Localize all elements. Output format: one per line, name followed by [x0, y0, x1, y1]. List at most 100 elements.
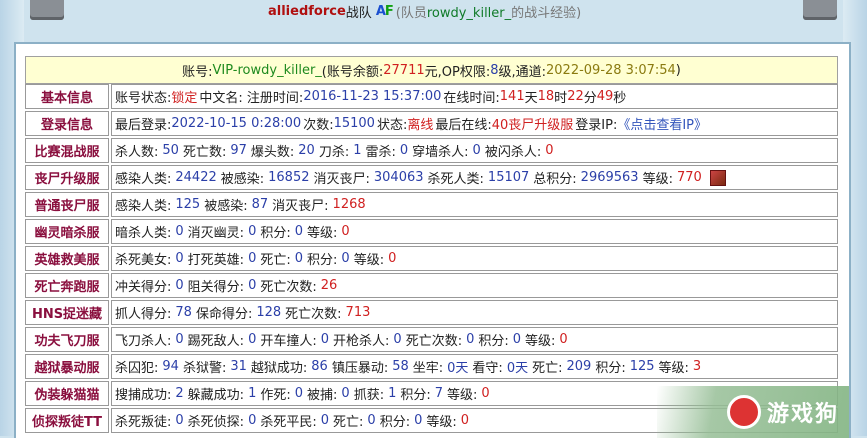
stat-value: 0: [248, 413, 257, 428]
category-button[interactable]: 功夫飞刀服: [25, 327, 109, 352]
stat-label: 飞刀杀人:: [115, 334, 172, 349]
stat-value: 31: [230, 359, 247, 374]
stat-value: 125: [175, 197, 201, 212]
account-balance: 27711: [383, 62, 425, 78]
stat-value: 0: [248, 332, 257, 347]
table-row: 英雄救美服 杀死美女: 0 打死英雄: 0 死亡: 0 积分: 0 等级: 0: [25, 246, 838, 271]
stat-value: 94: [162, 359, 179, 374]
category-button[interactable]: 普通丧尸服: [25, 192, 109, 217]
stat-value: 0: [175, 224, 184, 239]
row-values: 暗杀人类: 0 消灭幽灵: 0 积分: 0 等级: 0: [111, 219, 838, 244]
stat-value: 0: [248, 224, 257, 239]
row-values: 杀死美女: 0 打死英雄: 0 死亡: 0 积分: 0 等级: 0: [111, 246, 838, 271]
channel-time: 2022-09-28 3:07:54: [546, 62, 676, 78]
team-logo-icon: AF: [375, 3, 394, 19]
category-button[interactable]: 英雄救美服: [25, 246, 109, 271]
stat-value: 713: [345, 305, 371, 320]
stat-value: 1: [248, 386, 257, 401]
stat-label: 越狱成功:: [250, 361, 308, 376]
stat-value: 0: [175, 332, 184, 347]
stat-value: 0: [175, 413, 184, 428]
category-button[interactable]: 比赛混战服: [25, 138, 109, 163]
stat-label: 总积分:: [533, 172, 577, 187]
stat-label: 杀囚犯:: [115, 361, 159, 376]
category-button[interactable]: 死亡奔跑服: [25, 273, 109, 298]
stat-value: 0: [294, 251, 304, 266]
stat-label: 积分:: [478, 334, 509, 349]
stat-label: 冲关得分:: [115, 280, 172, 295]
account-summary: 账号: VIP-rowdy_killer_ (账号余额: 27711 元,OP权…: [25, 56, 838, 84]
stat-label: 保命得分:: [195, 307, 253, 322]
category-button[interactable]: 基本信息: [25, 84, 109, 109]
stat-label: 看守:: [472, 361, 503, 376]
stat-label: 消灭幽灵:: [187, 226, 245, 241]
stat-label: 等级:: [353, 253, 385, 268]
category-button[interactable]: 登录信息: [25, 111, 109, 136]
category-button[interactable]: 侦探叛徒TT: [25, 408, 109, 433]
stat-value: 0: [512, 332, 522, 347]
stat-value: 86: [311, 359, 328, 374]
table-row: 普通丧尸服 感染人类: 125 被感染: 87 消灭丧尸: 1268: [25, 192, 838, 217]
stat-label: 积分:: [307, 253, 338, 268]
stat-label: 杀死侦探:: [187, 415, 245, 430]
stat-value: 0: [175, 251, 184, 266]
left-nav-tab[interactable]: [30, 0, 64, 20]
stat-value: 0: [341, 251, 350, 266]
member-subtitle: (队员rowdy_killer_的战斗经验): [395, 5, 582, 21]
stat-value: 78: [175, 305, 192, 320]
row-values: 杀囚犯: 94 杀狱警: 31 越狱成功: 86 镇压暴动: 58 坐牢: 0天 看守: 0天 死亡: 2…: [111, 354, 838, 379]
stat-label: 杀死平民:: [260, 415, 317, 430]
stat-value: 0: [341, 224, 350, 239]
category-button[interactable]: 幽灵暗杀服: [25, 219, 109, 244]
stat-value: 26: [320, 278, 338, 293]
table-row: 越狱暴动服 杀囚犯: 94 杀狱警: 31 越狱成功: 86 镇压暴动: 58 坐牢: 0天 看守: 0…: [25, 354, 838, 379]
stat-label: 积分:: [400, 388, 431, 403]
last-login: 2022-10-15 0:28:00: [171, 116, 302, 131]
stat-label: 死亡次数:: [285, 307, 342, 322]
register-time: 2016-11-23 15:37:00: [303, 89, 442, 104]
stat-value: 0: [414, 413, 423, 428]
stat-label: 死亡:: [260, 253, 291, 268]
member-username: rowdy_killer_: [426, 5, 512, 21]
stat-label: 杀人数:: [115, 145, 159, 160]
category-button[interactable]: 越狱暴动服: [25, 354, 109, 379]
stat-label: 等级:: [525, 334, 556, 349]
stat-label: 镇压暴动:: [331, 361, 389, 376]
row-values: 最后登录: 2022-10-15 0:28:00 次数: 15100 状态: 离…: [111, 111, 838, 136]
view-ip-link[interactable]: 《点击查看IP》: [617, 114, 707, 133]
stat-label: 阻关得分:: [187, 280, 245, 295]
stat-label: 杀死人类:: [427, 172, 484, 187]
table-row: 登录信息 最后登录: 2022-10-15 0:28:00 次数: 15100 …: [25, 111, 838, 136]
stat-value: 58: [392, 359, 409, 374]
stat-label: 积分:: [379, 415, 411, 430]
stat-label: 死亡:: [333, 415, 364, 430]
stat-label: 开枪杀人:: [333, 334, 390, 349]
watermark: 游戏狗: [657, 386, 849, 438]
table-row: 比赛混战服 杀人数: 50 死亡数: 97 爆头数: 20 刀杀: 1 雷杀: 0 穿墙杀人: 0 被闪杀…: [25, 138, 838, 163]
stat-label: 打死英雄:: [187, 253, 245, 268]
stat-value: 16852: [268, 170, 310, 185]
stat-value: 0: [472, 143, 481, 158]
category-button[interactable]: 丧尸升级服: [25, 165, 109, 190]
stat-label: 杀死叛徒:: [115, 415, 172, 430]
stat-value: 0: [481, 386, 490, 401]
category-button[interactable]: HNS捉迷藏: [25, 300, 109, 325]
stat-value: 15107: [487, 170, 530, 185]
stat-label: 被感染:: [220, 172, 265, 187]
table-row: 丧尸升级服 感染人类: 24422 被感染: 16852 消灭丧尸: 304063 杀死人类:…: [25, 165, 838, 190]
row-values: 冲关得分: 0 阻关得分: 0 死亡次数: 26: [111, 273, 838, 298]
right-nav-tab[interactable]: [803, 0, 837, 20]
stat-label: 感染人类:: [115, 172, 172, 187]
stat-value: 24422: [175, 170, 217, 185]
stat-label: 抓获:: [353, 388, 385, 403]
stat-value: 50: [162, 143, 179, 158]
team-suffix: 战队: [345, 5, 372, 21]
online-status: 离线: [407, 118, 434, 133]
stats-panel: 账号: VIP-rowdy_killer_ (账号余额: 27711 元,OP权…: [14, 42, 851, 438]
stat-value: 0天: [506, 361, 529, 376]
stat-label: 杀死美女:: [115, 253, 172, 268]
stat-label: 等级:: [307, 226, 338, 241]
row-values: 账号状态: 锁定 中文名: 注册时间: 2016-11-23 15:37:00 …: [111, 84, 838, 109]
category-button[interactable]: 伪装躲猫猫: [25, 381, 109, 406]
stat-label: 等级:: [658, 361, 689, 376]
